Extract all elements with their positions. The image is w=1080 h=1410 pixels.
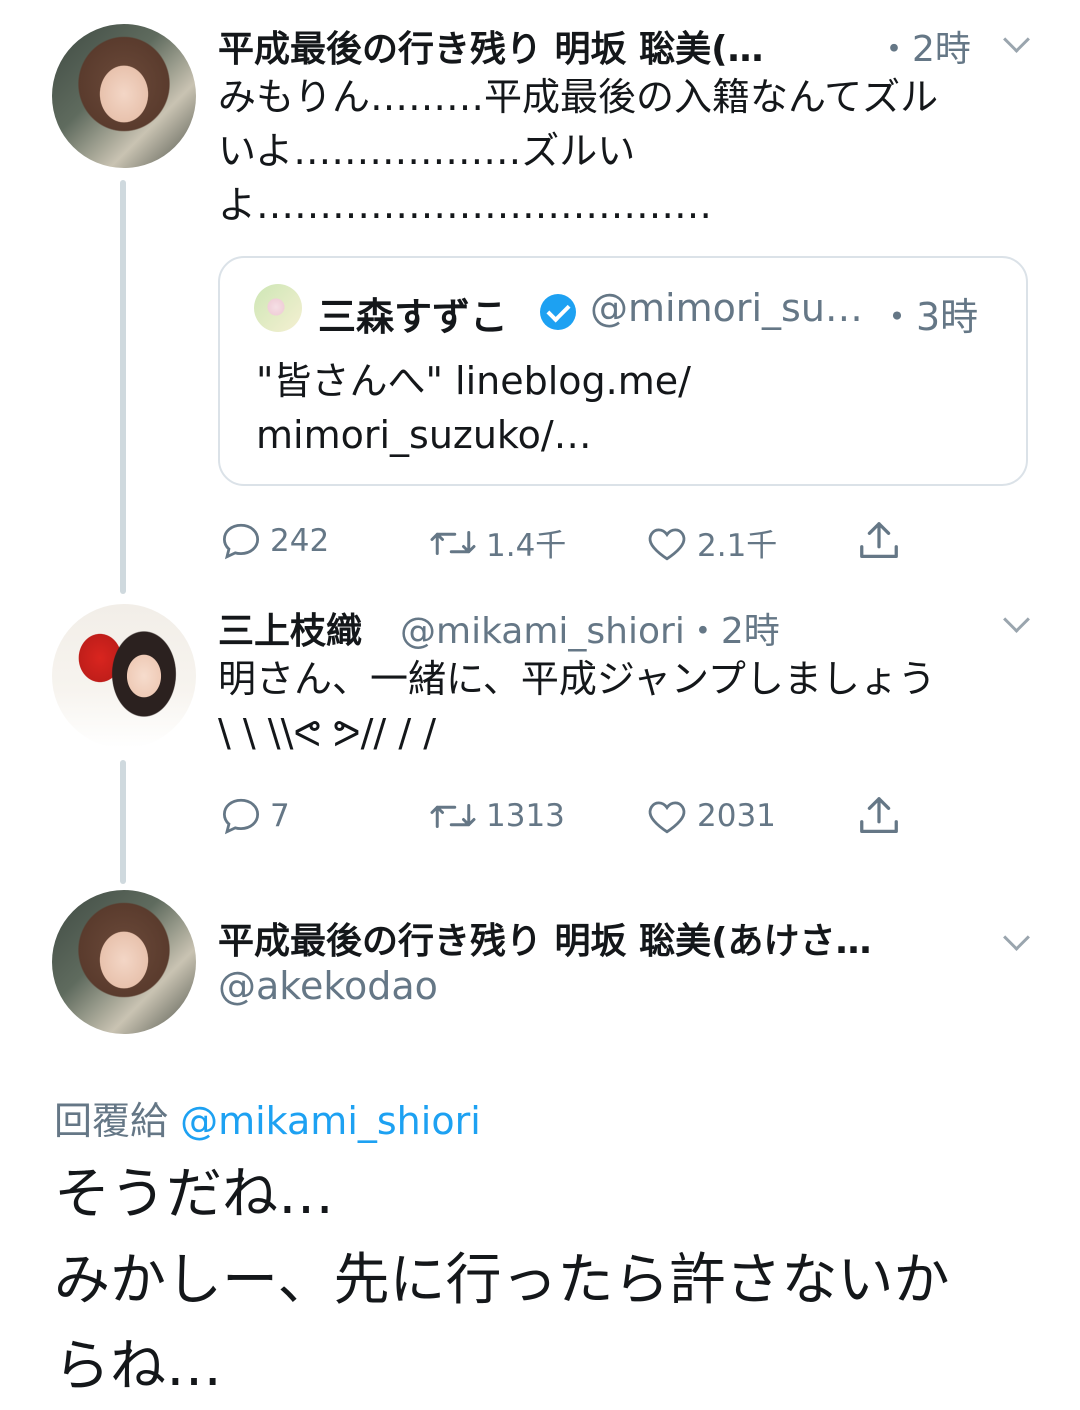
reply-icon — [222, 523, 260, 560]
tweet1-display-name[interactable]: 平成最後の行き残り 明坂 聡美(… — [218, 20, 764, 72]
reply-icon — [222, 798, 260, 835]
like-button[interactable]: 2.1千 — [645, 520, 777, 565]
retweet-button[interactable]: 1313 — [428, 795, 565, 837]
share-button[interactable] — [856, 518, 902, 564]
like-button[interactable]: 2031 — [645, 795, 776, 837]
share-icon — [860, 797, 898, 833]
reply-prefix: 回覆給 — [54, 1099, 169, 1143]
avatar[interactable] — [52, 604, 196, 748]
tweet2-text: 明さん、一緒に、平成ジャンプしましょう \ \ \\ᕙ ᕗ// / / — [218, 652, 1048, 760]
tweet2-display-name[interactable]: 三上枝織 — [218, 602, 362, 654]
tweet1-text-line: よ……………………………… — [218, 183, 713, 227]
quoted-text-line: mimori_suzuko/… — [256, 413, 592, 457]
tweet2-text-line: 明さん、一緒に、平成ジャンプしましょう — [218, 657, 936, 701]
reply-count: 7 — [270, 798, 290, 834]
retweet-count: 1.4千 — [486, 528, 567, 564]
reply-mention-link[interactable]: @mikami_shiori — [180, 1099, 481, 1143]
main-text-line: みかしー、先に行ったら許さないか — [54, 1248, 950, 1313]
main-tweet-text: そうだね… みかしー、先に行ったら許さないか らね… — [54, 1152, 1054, 1410]
like-count: 2.1千 — [697, 528, 778, 564]
tweet2-text-line: \ \ \\ᕙ ᕗ// / / — [218, 711, 436, 755]
main-handle[interactable]: @akekodao — [218, 964, 438, 1008]
share-button[interactable] — [856, 793, 902, 839]
thread-line — [120, 180, 126, 594]
chevron-down-icon[interactable] — [1003, 26, 1030, 53]
reply-button[interactable]: 7 — [220, 795, 290, 837]
quoted-time: ・3時 — [878, 295, 979, 339]
reply-to-line: 回覆給 @mikami_shiori — [54, 1090, 481, 1145]
retweet-icon — [430, 530, 476, 555]
tweet1-text-line: みもりん………平成最後の入籍なんてズル — [218, 75, 939, 119]
like-count: 2031 — [697, 798, 776, 834]
tweet1-time: ・2時 — [876, 29, 971, 70]
retweet-count: 1313 — [486, 798, 565, 834]
avatar[interactable] — [52, 24, 196, 168]
quoted-tweet-card[interactable]: 三森すずこ @mimori_su… ・3時 "皆さんへ" lineblog.me… — [218, 256, 1028, 486]
main-display-name[interactable]: 平成最後の行き残り 明坂 聡美(あけさ… — [218, 912, 872, 964]
share-icon — [860, 522, 898, 558]
avatar[interactable] — [52, 890, 196, 1034]
quoted-text: "皆さんへ" lineblog.me/ mimori_suzuko/… — [256, 354, 691, 462]
quoted-avatar — [254, 284, 302, 332]
thread-line — [120, 760, 126, 884]
quoted-name: 三森すずこ — [318, 295, 509, 339]
quoted-handle: @mimori_su… — [590, 286, 863, 330]
quoted-text-line: "皆さんへ" lineblog.me/ — [256, 359, 691, 403]
chevron-down-icon[interactable] — [1003, 606, 1030, 633]
tweet1-text: みもりん………平成最後の入籍なんてズル いよ………………ズルい よ…………………… — [218, 70, 1038, 232]
reply-button[interactable]: 242 — [220, 520, 329, 562]
main-text-line: らね… — [54, 1334, 222, 1399]
like-icon — [648, 527, 686, 560]
verified-badge-icon — [540, 294, 576, 330]
retweet-icon — [430, 804, 476, 828]
chevron-down-icon[interactable] — [1003, 924, 1030, 951]
tweet1-text-line: いよ………………ズルい — [218, 129, 636, 173]
like-icon — [648, 801, 686, 834]
tweet2-handle-time: @mikami_shiori・2時 — [400, 611, 780, 652]
reply-count: 242 — [270, 523, 330, 559]
retweet-button[interactable]: 1.4千 — [428, 520, 566, 565]
main-text-line: そうだね… — [54, 1162, 334, 1227]
